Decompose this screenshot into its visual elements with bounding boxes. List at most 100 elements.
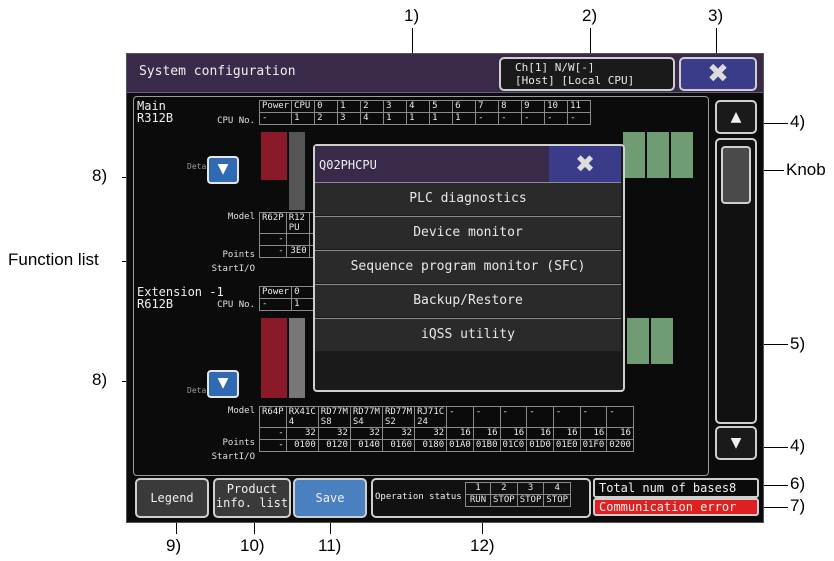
- legend-label: Legend: [150, 491, 194, 505]
- ext-module-slot-10: [627, 318, 649, 364]
- main-module-slot-10: [647, 132, 669, 178]
- table-cell: 2: [490, 482, 518, 495]
- channel-line-2: [Host] [Local CPU]: [515, 74, 635, 87]
- system-configuration-screen: System configuration Ch[1] N/W[-] [Host]…: [126, 53, 764, 523]
- table-cell: 32: [317, 427, 351, 440]
- table-cell: -: [552, 406, 581, 428]
- callout-10: 10): [240, 536, 265, 555]
- table-cell: -: [606, 406, 634, 428]
- op-status-column-row: 1234: [465, 482, 572, 495]
- table-cell: -: [579, 406, 608, 428]
- ext-row-label-cpuno: CPU No.: [217, 300, 255, 310]
- startio-row: -0100 0120 0140 0160 0180 01A0 01B0 01C0 01D0 01E…: [259, 439, 634, 452]
- main-row-label-points: Points: [222, 250, 255, 260]
- ext-row-label-startio: StartI/O: [211, 452, 255, 462]
- function-device-monitor[interactable]: Device monitor: [315, 216, 621, 249]
- table-cell: 0160: [381, 439, 416, 452]
- table-cell: 10: [544, 100, 569, 113]
- table-cell: STOP: [516, 494, 545, 507]
- table-cell: -: [567, 112, 592, 125]
- table-cell: -: [258, 298, 293, 311]
- callout-1: 1): [404, 6, 420, 25]
- table-cell: 32: [349, 427, 383, 440]
- screen-title: System configuration: [139, 64, 296, 79]
- popup-title: Q02PHCPU: [319, 158, 377, 172]
- arrow-down-icon: ▼: [730, 435, 742, 451]
- callout-4-bottom: 4): [790, 436, 806, 455]
- table-cell: -: [499, 406, 528, 428]
- callout-8-top: 8): [92, 166, 108, 185]
- table-cell: 2: [360, 100, 385, 113]
- save-button[interactable]: Save: [293, 478, 367, 518]
- close-button[interactable]: ✖: [679, 57, 757, 91]
- ext-detail-button[interactable]: ▼: [207, 370, 239, 398]
- table-cell: 3: [516, 482, 545, 495]
- table-cell: STOP: [490, 494, 518, 507]
- callout-11: 11): [318, 536, 342, 555]
- communication-error-indicator: Communication error: [593, 498, 759, 516]
- table-cell: 5: [429, 100, 454, 113]
- callout-7: 7): [790, 496, 806, 515]
- table-cell: 1: [429, 112, 454, 125]
- leader-2: [590, 28, 591, 56]
- table-cell: RD77M S4: [349, 406, 383, 428]
- function-backup-restore[interactable]: Backup/Restore: [315, 284, 621, 317]
- table-cell: 1: [465, 482, 491, 495]
- table-cell: 32: [381, 427, 416, 440]
- table-cell: 3: [383, 100, 408, 113]
- table-cell: 01C0: [499, 439, 528, 452]
- table-cell: RD77M S8: [317, 406, 351, 428]
- ext-row-label-points: Points: [222, 438, 255, 448]
- table-cell: 0: [314, 100, 339, 113]
- table-cell: 01A0: [446, 439, 474, 452]
- channel-line-1: Ch[1] N/W[-]: [515, 61, 595, 74]
- function-sequence-program-monitor[interactable]: Sequence program monitor (SFC): [315, 250, 621, 283]
- table-cell: 32: [414, 427, 448, 440]
- main-module-slot-9: [623, 132, 645, 178]
- table-cell: 1: [337, 100, 362, 113]
- scroll-panel: ▲ ▼: [713, 100, 757, 472]
- channel-info-box: Ch[1] N/W[-] [Host] [Local CPU]: [499, 57, 675, 91]
- main-row-label-startio: StartI/O: [211, 264, 255, 274]
- product-info-label: Product info. list: [215, 482, 289, 510]
- table-cell: CPU: [291, 100, 316, 113]
- close-icon: ✖: [707, 59, 729, 89]
- table-cell: [285, 233, 310, 246]
- close-icon: ✖: [574, 150, 596, 178]
- points-row: -32 32 32 32 32 16 16 16 16 16 16 16: [259, 427, 634, 440]
- save-label: Save: [315, 491, 345, 505]
- function-list-popup: Q02PHCPU ✖ PLC diagnostics Device monito…: [313, 144, 625, 392]
- legend-button[interactable]: Legend: [135, 478, 209, 518]
- table-cell: -: [259, 427, 287, 440]
- title-bar: System configuration Ch[1] N/W[-] [Host]…: [127, 54, 763, 93]
- operation-status-table: 1 2 3 4 RUN STOP STOP STOP: [465, 482, 572, 507]
- table-cell: -: [259, 439, 287, 452]
- function-iqss-utility[interactable]: iQSS utility: [315, 318, 621, 351]
- table-cell: -: [498, 112, 523, 125]
- table-cell: 3E0: [285, 245, 310, 258]
- table-cell: 16: [526, 427, 554, 440]
- table-cell: 0180: [414, 439, 448, 452]
- product-info-list-button[interactable]: Product info. list: [213, 478, 291, 518]
- cpu-no-row: -12341111-----: [258, 112, 592, 125]
- table-cell: -: [472, 406, 501, 428]
- table-cell: -: [521, 112, 546, 125]
- scroll-up-button[interactable]: ▲: [715, 100, 757, 134]
- table-cell: 1: [452, 112, 477, 125]
- table-cell: 01E0: [552, 439, 581, 452]
- scroll-down-button[interactable]: ▼: [715, 426, 757, 460]
- table-cell: 4: [406, 100, 431, 113]
- main-row-label-cpuno: CPU No.: [217, 116, 255, 126]
- main-row-label-model: Model: [227, 212, 255, 222]
- main-detail-button[interactable]: ▼: [207, 156, 239, 184]
- table-cell: 8: [498, 100, 523, 113]
- table-cell: RUN: [465, 494, 491, 507]
- popup-close-button[interactable]: ✖: [549, 146, 621, 182]
- table-cell: 01F0: [579, 439, 608, 452]
- ext-row-label-model: Model: [227, 406, 255, 416]
- operation-status-panel: Operation status 1 2 3 4 RUN STOP STOP STOP: [371, 478, 591, 518]
- function-plc-diagnostics[interactable]: PLC diagnostics: [315, 182, 621, 215]
- scrollbar-track[interactable]: [715, 138, 757, 424]
- scrollbar-knob[interactable]: [721, 146, 751, 204]
- op-status-value-row: RUN STOP STOP STOP: [465, 494, 572, 507]
